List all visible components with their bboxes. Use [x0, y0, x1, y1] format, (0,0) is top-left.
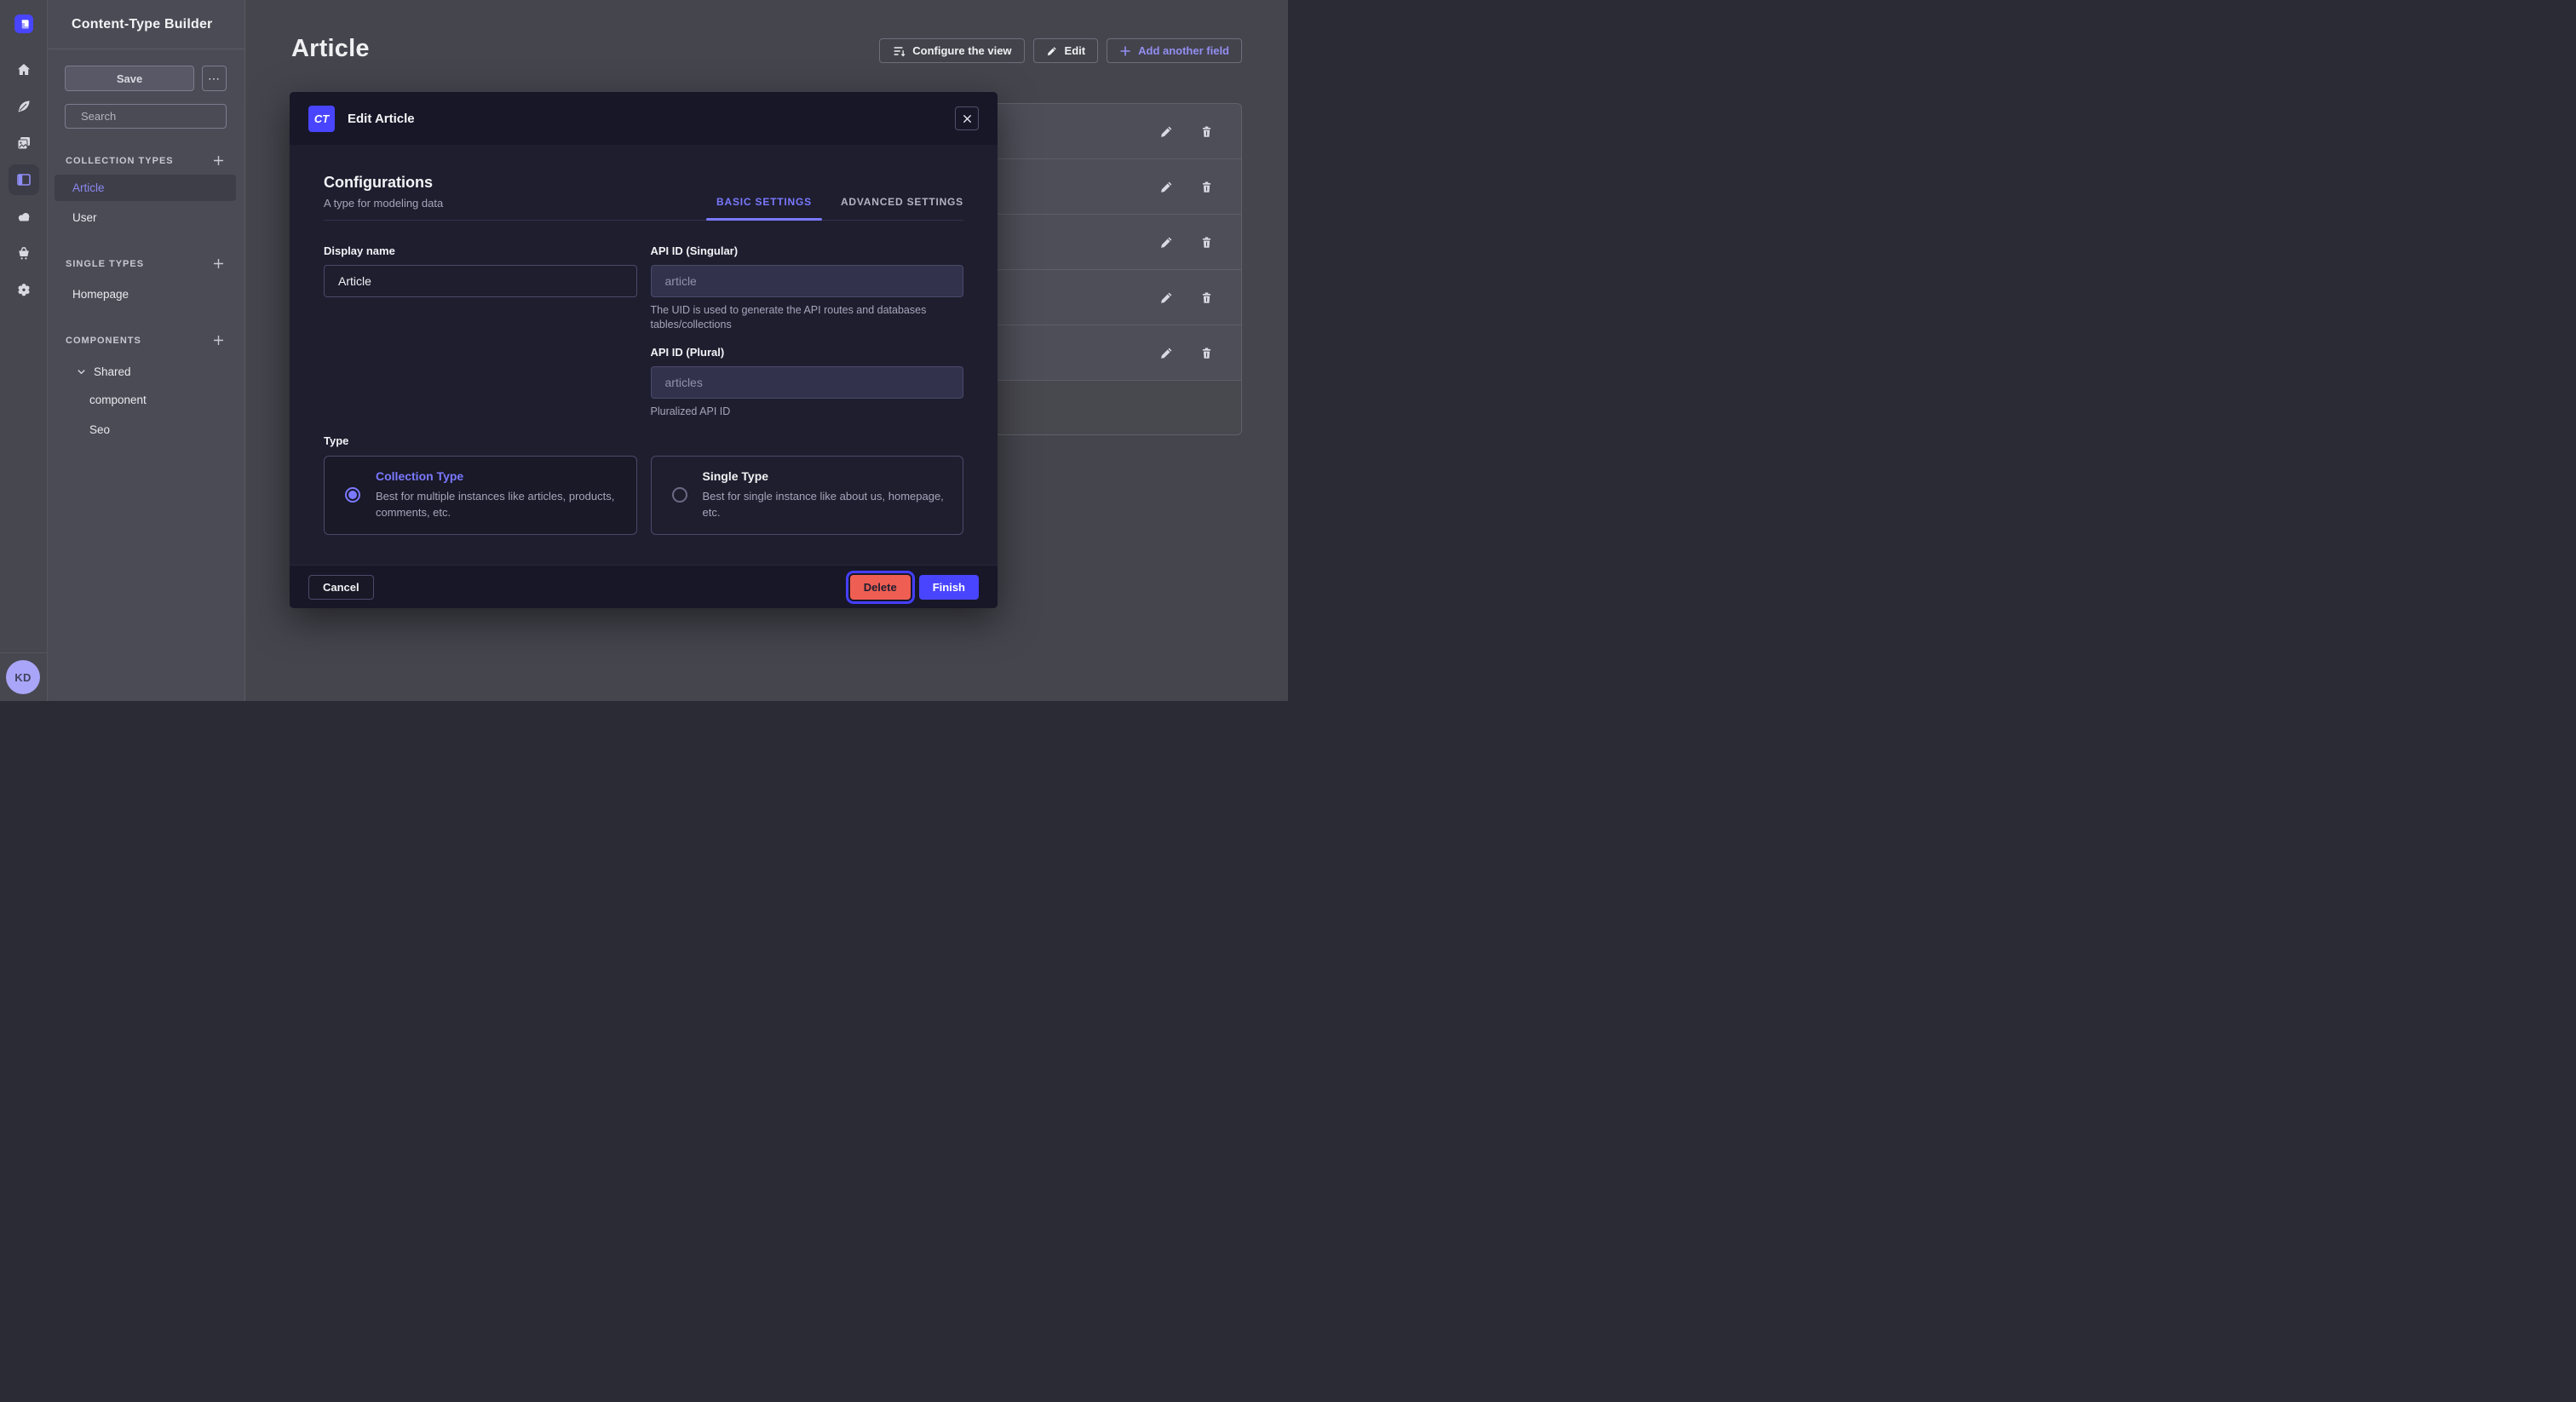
display-name-field: Display name [324, 244, 637, 297]
collection-type-option[interactable]: Collection Type Best for multiple instan… [324, 456, 637, 535]
add-component-icon[interactable] [212, 334, 225, 347]
strapi-logo[interactable] [14, 14, 33, 33]
close-modal-button[interactable] [955, 106, 979, 130]
edit-field-pencil-icon[interactable] [1153, 229, 1179, 255]
edit-field-pencil-icon[interactable] [1153, 118, 1179, 144]
rail-divider [0, 652, 48, 653]
edit-field-pencil-icon[interactable] [1153, 174, 1179, 199]
sidebar-item-component[interactable]: component [55, 387, 236, 413]
content-type-badge: CT [308, 106, 335, 132]
edit-field-pencil-icon[interactable] [1153, 284, 1179, 310]
modal-title: Edit Article [348, 112, 415, 126]
sidebar-item-shared[interactable]: Shared [55, 359, 236, 385]
delete-field-trash-icon[interactable] [1193, 174, 1219, 199]
single-type-description: Best for single instance like about us, … [703, 489, 960, 520]
media-library-icon[interactable] [9, 128, 39, 158]
configurations-title: Configurations [324, 174, 443, 192]
sidebar-item-user[interactable]: User [55, 204, 236, 231]
user-avatar[interactable]: KD [6, 660, 40, 694]
content-type-builder-icon[interactable] [9, 164, 39, 195]
plus-icon [1119, 45, 1131, 57]
strapi-logo-icon [19, 19, 30, 30]
sidebar-search[interactable] [65, 104, 227, 129]
close-icon [963, 114, 972, 124]
api-id-singular-helper: The UID is used to generate the API rout… [651, 303, 951, 332]
avatar-initials: KD [14, 671, 31, 684]
page-toolbar: Configure the view Edit Add another fiel… [879, 38, 1242, 63]
collection-type-title: Collection Type [376, 469, 633, 483]
modal-footer: Cancel Delete Finish [290, 565, 998, 608]
edit-button[interactable]: Edit [1033, 38, 1099, 63]
edit-article-modal: CT Edit Article Configurations A type fo… [290, 92, 998, 608]
pencil-icon [1046, 45, 1058, 57]
plugin-header: Content-Type Builder [48, 0, 244, 49]
page-title: Article [291, 35, 370, 63]
collection-type-description: Best for multiple instances like article… [376, 489, 633, 520]
edit-field-pencil-icon[interactable] [1153, 340, 1179, 365]
api-id-plural-input[interactable] [651, 366, 964, 399]
finish-button[interactable]: Finish [919, 575, 979, 600]
modal-header: CT Edit Article [290, 92, 998, 145]
delete-field-trash-icon[interactable] [1193, 118, 1219, 144]
settings-gear-icon[interactable] [9, 274, 39, 305]
cloud-icon[interactable] [9, 201, 39, 232]
single-type-option[interactable]: Single Type Best for single instance lik… [651, 456, 964, 535]
type-section-label: Type [324, 434, 963, 447]
display-name-input[interactable] [324, 265, 637, 297]
more-options-button[interactable]: ⋯ [202, 66, 227, 91]
cancel-button[interactable]: Cancel [308, 575, 374, 600]
delete-field-trash-icon[interactable] [1193, 229, 1219, 255]
section-collection-types: COLLECTION TYPES [66, 154, 225, 167]
plugin-title: Content-Type Builder [72, 17, 212, 32]
radio-selected-icon[interactable] [345, 487, 360, 503]
add-single-type-icon[interactable] [212, 257, 225, 270]
section-components: COMPONENTS [66, 334, 225, 347]
app-window: KD Content-Type Builder Save ⋯ COLLECTIO… [0, 0, 1288, 701]
add-collection-type-icon[interactable] [212, 154, 225, 167]
content-manager-feather-icon[interactable] [9, 91, 39, 122]
sidebar-item-seo[interactable]: Seo [55, 417, 236, 443]
display-name-label: Display name [324, 244, 637, 257]
delete-button-highlighted[interactable]: Delete [850, 575, 911, 600]
modal-body: Configurations A type for modeling data … [290, 174, 998, 535]
marketplace-cart-icon[interactable] [9, 238, 39, 268]
sidebar-item-article[interactable]: Article [55, 175, 236, 201]
sidebar-item-homepage[interactable]: Homepage [55, 281, 236, 307]
radio-unselected-icon[interactable] [672, 487, 687, 503]
add-another-field-button[interactable]: Add another field [1107, 38, 1242, 63]
search-input[interactable] [81, 110, 231, 123]
configure-view-button[interactable]: Configure the view [879, 38, 1024, 63]
tab-basic-settings[interactable]: BASIC SETTINGS [716, 196, 812, 208]
configure-lines-icon [892, 44, 906, 58]
chevron-down-icon [77, 367, 86, 376]
api-id-singular-input[interactable] [651, 265, 964, 297]
tab-advanced-settings[interactable]: ADVANCED SETTINGS [841, 196, 963, 208]
delete-field-trash-icon[interactable] [1193, 284, 1219, 310]
api-id-plural-helper: Pluralized API ID [651, 405, 951, 419]
single-type-title: Single Type [703, 469, 960, 483]
settings-tabs: BASIC SETTINGS ADVANCED SETTINGS [716, 196, 963, 210]
api-id-singular-field: API ID (Singular) The UID is used to gen… [651, 244, 964, 332]
delete-field-trash-icon[interactable] [1193, 340, 1219, 365]
section-single-types: SINGLE TYPES [66, 257, 225, 270]
api-id-plural-label: API ID (Plural) [651, 346, 964, 359]
plugin-sidebar: Content-Type Builder Save ⋯ COLLECTION T… [48, 0, 245, 701]
api-id-singular-label: API ID (Singular) [651, 244, 964, 257]
configurations-subtitle: A type for modeling data [324, 197, 443, 210]
icon-rail: KD [0, 0, 48, 701]
api-id-plural-field: API ID (Plural) Pluralized API ID [651, 346, 964, 419]
home-icon[interactable] [9, 55, 39, 85]
save-button[interactable]: Save [65, 66, 194, 91]
